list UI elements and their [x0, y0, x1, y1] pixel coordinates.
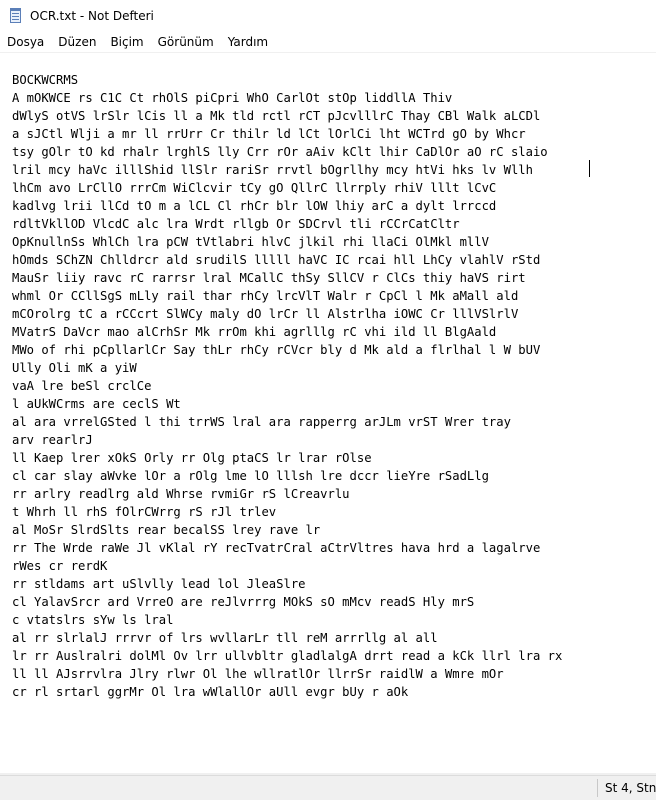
text-editor[interactable]: BOCKWCRMS A mOKWCE rs C1C Ct rhOlS piCpr… [0, 52, 656, 773]
status-divider [597, 779, 598, 797]
text-caret [589, 160, 590, 177]
menu-view[interactable]: Görünüm [151, 32, 221, 52]
document-text[interactable]: BOCKWCRMS A mOKWCE rs C1C Ct rhOlS piCpr… [12, 71, 562, 701]
menu-bar: Dosya Düzen Biçim Görünüm Yardım [0, 32, 656, 52]
window-title: OCR.txt - Not Defteri [30, 9, 154, 23]
menu-file[interactable]: Dosya [0, 32, 51, 52]
menu-edit[interactable]: Düzen [51, 32, 103, 52]
title-bar[interactable]: OCR.txt - Not Defteri [0, 0, 656, 32]
cursor-position: St 4, Stn 7 [605, 781, 656, 795]
menu-format[interactable]: Biçim [103, 32, 150, 52]
menu-help[interactable]: Yardım [221, 32, 275, 52]
notepad-icon [8, 8, 24, 24]
status-bar: St 4, Stn 7 [0, 775, 656, 800]
